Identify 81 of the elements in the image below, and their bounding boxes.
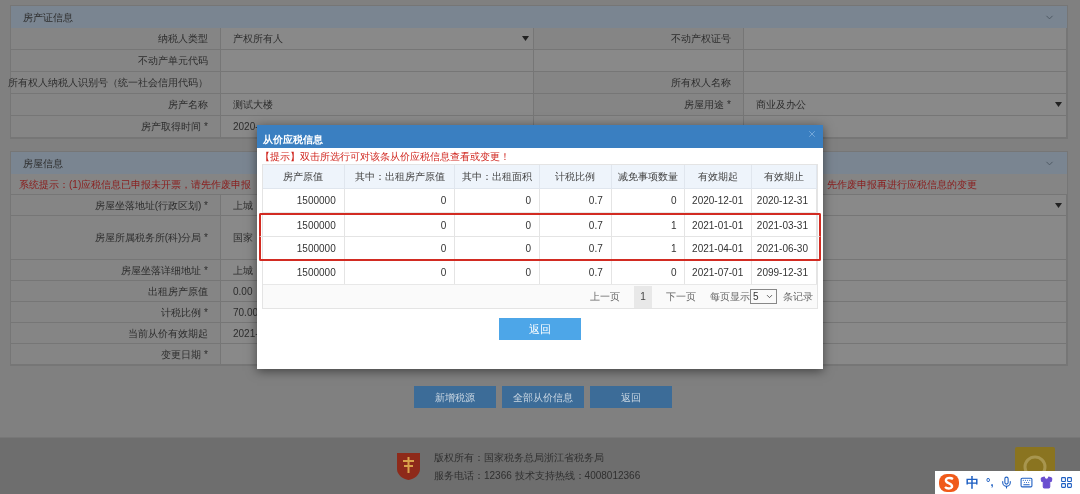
shield-emblem-icon bbox=[395, 451, 422, 481]
label-cell: 房屋坐落地址(行政区划) * bbox=[11, 195, 221, 216]
ime-logo-icon[interactable] bbox=[939, 473, 959, 492]
column-header: 有效期起 bbox=[698, 170, 739, 184]
label-cell: 房产取得时间 * bbox=[11, 116, 221, 138]
action-button[interactable]: 新增税源 bbox=[413, 386, 496, 408]
label-cell: 房屋所属税务所(科)分局 * bbox=[11, 216, 221, 260]
table-cell-text: 2021-06-30 bbox=[756, 241, 808, 256]
table-cell-text: 2020-12-01 bbox=[692, 194, 744, 208]
column-header: 减免事项数量 bbox=[618, 170, 679, 184]
panel-title: 房产证信息 bbox=[23, 10, 73, 25]
table-cell-text: 2021-04-01 bbox=[692, 241, 744, 256]
table-cell-text: 0 bbox=[525, 241, 531, 256]
chevron-down-icon bbox=[765, 292, 774, 301]
keyboard-icon[interactable] bbox=[1020, 476, 1034, 489]
table-cell-text: 1500000 bbox=[296, 219, 336, 233]
table-cell-text: 0.7 bbox=[588, 266, 603, 280]
table-cell-text: 0 bbox=[525, 266, 531, 280]
column-header: 其中：出租房产原值 bbox=[354, 170, 445, 184]
table-cell-text: 2020-12-31 bbox=[756, 194, 808, 208]
dropdown-arrow-icon bbox=[1055, 102, 1062, 107]
table-cell-text: 0.7 bbox=[588, 219, 603, 233]
table-cell-text: 0 bbox=[670, 194, 677, 208]
label-cell: 计税比例 * bbox=[11, 302, 221, 323]
label-cell: 房屋坐落详细地址 * bbox=[11, 260, 221, 281]
table-cell-text: 1 bbox=[670, 241, 677, 256]
notice-text: 先作废申报再进行应税信息的变更 bbox=[827, 177, 977, 192]
column-header: 其中：出租面积 bbox=[462, 170, 533, 184]
notice-text: 系统提示：(1)应税信息已申报未开票，请先作废申报 bbox=[19, 177, 252, 192]
table-cell-text: 2021-03-31 bbox=[756, 219, 808, 233]
page-number-button[interactable]: 1 bbox=[634, 285, 652, 308]
per-page-label: 每页显示 bbox=[710, 290, 750, 304]
column-header: 有效期止 bbox=[764, 170, 805, 184]
hint-text: 【提示】双击所选行可对该条从价应税信息查看或变更！ bbox=[259, 150, 511, 163]
next-page-link[interactable]: 下一页 bbox=[658, 289, 704, 304]
table-cell-text: 0 bbox=[440, 194, 447, 208]
table-row[interactable]: 1500000 0 0 0.7 0 2020-12-01 2020-12-31 bbox=[263, 189, 817, 213]
dropdown-arrow-icon bbox=[522, 36, 529, 41]
per-page-suffix: 条记录 bbox=[783, 290, 813, 304]
table-cell-text: 2021-01-01 bbox=[692, 219, 744, 233]
action-button[interactable]: 返回 bbox=[589, 386, 672, 408]
table-cell-text: 0 bbox=[525, 194, 531, 208]
table-cell-text: 2099-12-31 bbox=[756, 266, 808, 280]
label-cell: 所有权人名称 bbox=[534, 72, 744, 94]
table-row[interactable]: 1500000 0 0 0.7 1 2021-04-01 2021-06-30 bbox=[259, 237, 821, 261]
table-row[interactable]: 1500000 0 0 0.7 1 2021-01-01 2021-03-31 bbox=[259, 213, 821, 237]
table-cell-text: 1 bbox=[670, 219, 677, 233]
column-header: 计税比例 bbox=[555, 170, 596, 184]
label-cell: 纳税人类型 bbox=[11, 28, 221, 50]
label-cell: 当前从价有效期起 bbox=[11, 323, 221, 344]
punctuation-toggle[interactable]: °, bbox=[986, 474, 994, 491]
label-cell: 出租房产原值 bbox=[11, 281, 221, 302]
select-field[interactable]: 商业及办公 bbox=[744, 94, 1067, 116]
table-cell-text: 0 bbox=[525, 219, 531, 233]
table-cell-text: 0.7 bbox=[588, 241, 603, 256]
table-cell-text: 1500000 bbox=[296, 194, 336, 208]
label-cell: 不动产单元代码 bbox=[11, 50, 221, 72]
label-cell: 不动产权证号 bbox=[534, 28, 744, 50]
table-cell-text: 0.7 bbox=[588, 194, 603, 208]
table-cell-text: 1500000 bbox=[296, 241, 336, 256]
table-cell-text: 0 bbox=[440, 266, 447, 280]
input-mode-toggle[interactable]: 中 bbox=[966, 472, 979, 493]
label-cell: 变更日期 * bbox=[11, 344, 221, 365]
table-cell-text: 2021-07-01 bbox=[692, 266, 744, 280]
label-cell: 房产名称 bbox=[11, 94, 221, 116]
per-page-select[interactable]: 5 bbox=[750, 289, 777, 304]
table-cell-text: 1500000 bbox=[296, 266, 336, 280]
prev-page-link[interactable]: 上一页 bbox=[582, 289, 628, 304]
action-button[interactable]: 全部从价信息 bbox=[501, 386, 584, 408]
column-header: 房产原值 bbox=[283, 170, 324, 184]
table-cell-text: 0 bbox=[440, 241, 447, 256]
table-cell-text: 0 bbox=[440, 219, 447, 233]
grid-icon[interactable] bbox=[1060, 476, 1074, 489]
select-field[interactable]: 产权所有人 bbox=[221, 28, 534, 50]
dropdown-arrow-icon bbox=[1055, 202, 1062, 208]
panel-title: 房屋信息 bbox=[23, 156, 63, 171]
shirt-icon[interactable] bbox=[1040, 476, 1054, 489]
value-cell: 测试大楼 bbox=[221, 94, 534, 116]
table-cell-text: 0 bbox=[670, 266, 677, 280]
label-cell: 房屋用途 * bbox=[534, 94, 744, 116]
microphone-icon[interactable] bbox=[1000, 476, 1014, 489]
